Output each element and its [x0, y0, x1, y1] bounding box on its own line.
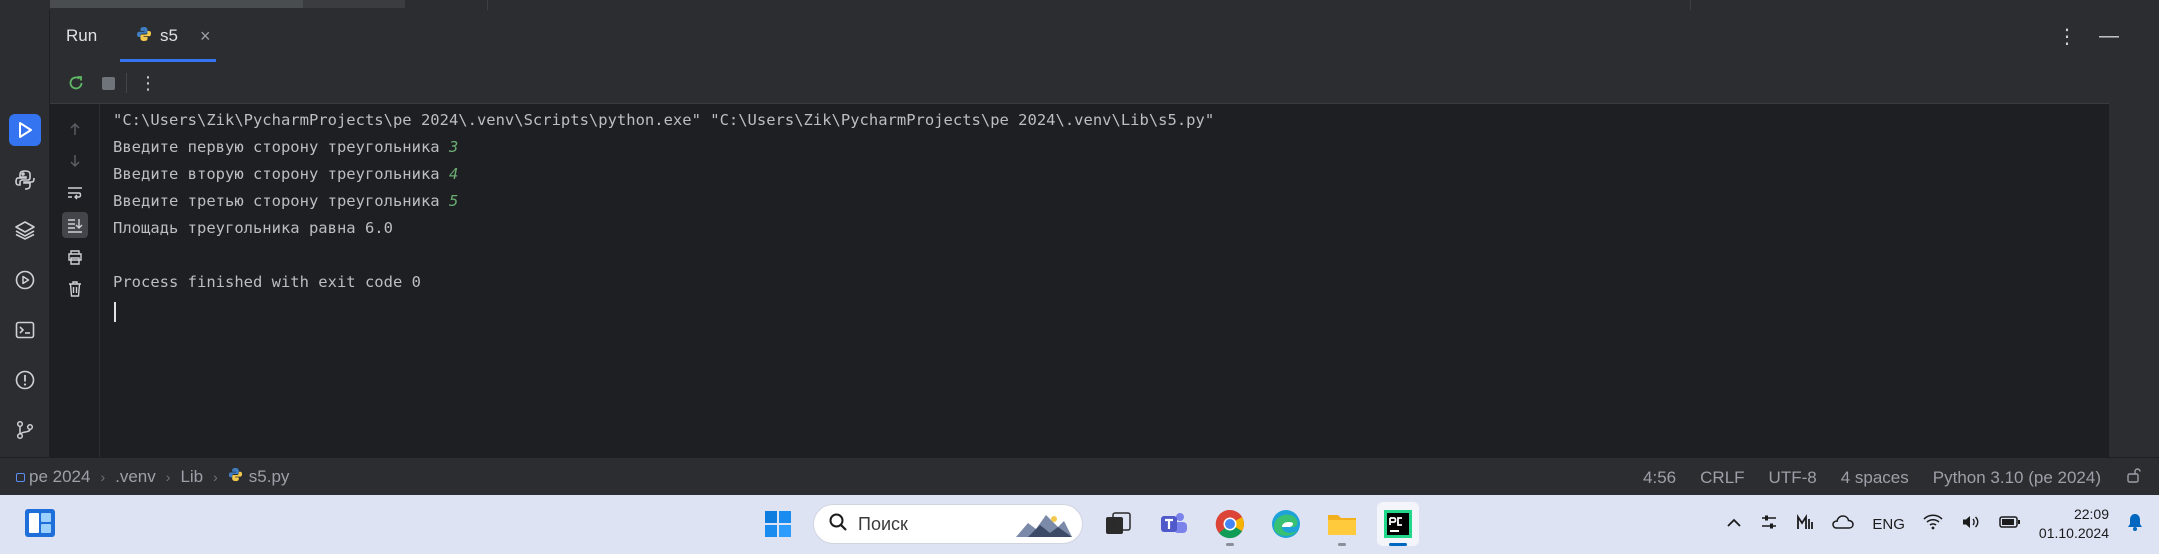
- right-tool-bar: [2109, 62, 2159, 457]
- soft-wrap-icon[interactable]: [62, 180, 88, 206]
- minimize-icon[interactable]: —: [2099, 25, 2119, 48]
- chevron-right-icon: ›: [100, 469, 106, 485]
- project-icon: [16, 472, 25, 482]
- sliders-icon[interactable]: [1760, 513, 1778, 535]
- file-explorer-icon[interactable]: [1321, 502, 1363, 546]
- layers-icon[interactable]: [9, 214, 41, 246]
- toolbar-divider: [126, 73, 127, 93]
- run-toolbar: ⋮: [50, 62, 2109, 104]
- console-line-result: Площадь треугольника равна 6.0: [113, 219, 393, 237]
- close-icon[interactable]: ×: [200, 26, 211, 47]
- volume-icon[interactable]: [1961, 514, 1981, 534]
- interpreter-selector[interactable]: Python 3.10 (pe 2024): [1933, 468, 2101, 488]
- running-indicator: [1389, 543, 1407, 546]
- user-input: 4: [448, 165, 459, 183]
- windows-taskbar: Поиск ENG 22:09 01.10.2024: [0, 495, 2159, 554]
- chevron-right-icon: ›: [165, 469, 171, 485]
- toolbar-more-icon[interactable]: ⋮: [136, 71, 160, 95]
- text-caret: [114, 302, 116, 322]
- meter-icon[interactable]: [1796, 513, 1814, 535]
- lock-icon[interactable]: [2125, 467, 2141, 488]
- prompt-text: Введите первую сторону треугольника: [113, 138, 449, 156]
- onedrive-icon[interactable]: [1832, 514, 1855, 534]
- editor-scroll-thumb[interactable]: [50, 0, 303, 8]
- console-line-exit: Process finished with exit code 0: [113, 273, 421, 291]
- python-file-icon: [228, 467, 243, 487]
- editor-scroll-segment: [303, 0, 405, 8]
- running-indicator: [1226, 543, 1234, 546]
- pycharm-icon[interactable]: [1377, 502, 1419, 546]
- taskbar-search[interactable]: Поиск: [813, 504, 1083, 544]
- more-options-icon[interactable]: ⋮: [2057, 24, 2077, 49]
- chrome-icon[interactable]: [1209, 502, 1251, 546]
- user-input: 3: [448, 138, 459, 156]
- user-input: 5: [448, 192, 459, 210]
- print-icon[interactable]: [62, 244, 88, 270]
- line-separator[interactable]: CRLF: [1700, 468, 1744, 488]
- run-tool-icon[interactable]: [9, 114, 41, 146]
- system-tray: ENG 22:09 01.10.2024: [1726, 505, 2143, 543]
- chevron-right-icon: ›: [213, 469, 218, 485]
- clock-time: 22:09: [2073, 506, 2109, 522]
- arrow-up-icon[interactable]: [62, 116, 88, 142]
- running-indicator: [1338, 543, 1346, 546]
- clock-date: 01.10.2024: [2038, 525, 2109, 541]
- editor-top-strip: [0, 0, 2159, 10]
- breadcrumb-project[interactable]: pe 2024: [29, 467, 90, 487]
- search-placeholder: Поиск: [858, 513, 908, 534]
- search-highlight-icon: [1014, 511, 1074, 544]
- services-icon[interactable]: [9, 264, 41, 296]
- divider: [487, 0, 488, 10]
- taskbar-apps: Поиск: [757, 502, 1419, 546]
- language-indicator[interactable]: ENG: [1872, 516, 1905, 533]
- run-title: Run: [66, 26, 98, 45]
- teams-icon[interactable]: [1153, 502, 1195, 546]
- divider: [1690, 0, 1691, 10]
- tab-s5[interactable]: s5 ×: [120, 10, 266, 62]
- stop-icon[interactable]: [96, 71, 120, 95]
- search-icon: [828, 512, 848, 537]
- console-line-prompt-1: Введите первую сторону треугольника 3: [113, 138, 458, 156]
- left-tool-bar: [0, 10, 50, 457]
- arrow-down-icon[interactable]: [62, 148, 88, 174]
- breadcrumb: pe 2024 › .venv › Lib › s5.py: [16, 467, 289, 487]
- widgets-icon[interactable]: [24, 508, 56, 543]
- indent-setting[interactable]: 4 spaces: [1841, 468, 1909, 488]
- console-line-command: "C:\Users\Zik\PycharmProjects\pe 2024\.v…: [113, 111, 1215, 129]
- rerun-icon[interactable]: [64, 71, 88, 95]
- terminal-icon[interactable]: [9, 314, 41, 346]
- task-view-icon[interactable]: [1097, 502, 1139, 546]
- file-encoding[interactable]: UTF-8: [1769, 468, 1817, 488]
- git-icon[interactable]: [9, 414, 41, 446]
- scroll-to-end-icon[interactable]: [62, 212, 88, 238]
- windows-start-icon[interactable]: [757, 502, 799, 546]
- clock[interactable]: 22:09 01.10.2024: [2039, 505, 2109, 543]
- edge-icon[interactable]: [1265, 502, 1307, 546]
- breadcrumb-lib[interactable]: Lib: [180, 467, 203, 487]
- prompt-text: Введите третью сторону треугольника: [113, 192, 449, 210]
- battery-icon[interactable]: [1999, 515, 2021, 533]
- console-line-prompt-3: Введите третью сторону треугольника 5: [113, 192, 458, 210]
- breadcrumb-file[interactable]: s5.py: [249, 467, 290, 487]
- status-bar: pe 2024 › .venv › Lib › s5.py 4:56 CRLF …: [0, 457, 2159, 495]
- python-file-icon: [136, 26, 152, 47]
- tab-s5-label: s5: [160, 26, 178, 45]
- ide-window: Run s5 × ⋮ — ⋮ "C:\Users\Zik\PycharmProj…: [0, 0, 2159, 495]
- caret-position[interactable]: 4:56: [1643, 468, 1676, 488]
- console-side-actions: [50, 104, 100, 457]
- wifi-icon[interactable]: [1923, 514, 1943, 534]
- chevron-up-icon[interactable]: [1726, 516, 1742, 533]
- trash-icon[interactable]: [62, 276, 88, 302]
- breadcrumb-venv[interactable]: .venv: [115, 467, 156, 487]
- notification-bell-icon[interactable]: [2127, 513, 2143, 535]
- python-packages-icon[interactable]: [9, 164, 41, 196]
- problems-icon[interactable]: [9, 364, 41, 396]
- run-tool-header: Run s5 × ⋮ —: [50, 10, 2159, 62]
- console-output[interactable]: "C:\Users\Zik\PycharmProjects\pe 2024\.v…: [100, 104, 2109, 457]
- console-line-prompt-2: Введите вторую сторону треугольника 4: [113, 165, 458, 183]
- prompt-text: Введите вторую сторону треугольника: [113, 165, 449, 183]
